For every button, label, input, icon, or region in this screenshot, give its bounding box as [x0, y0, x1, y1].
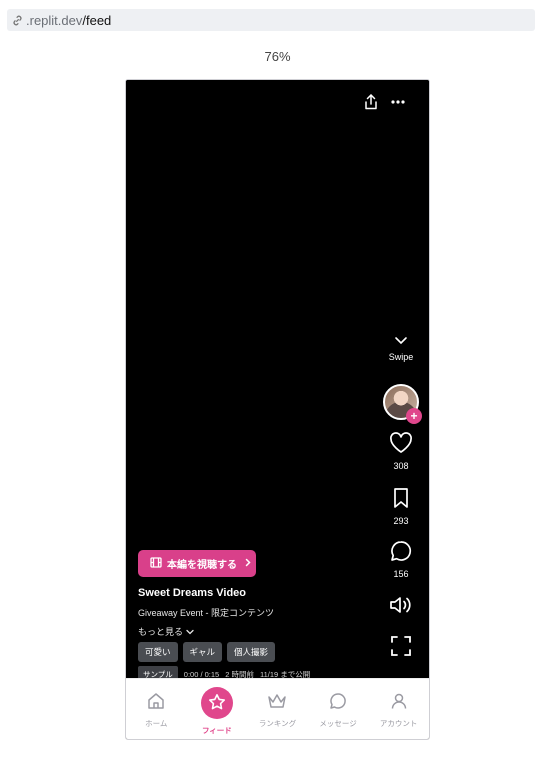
- follow-plus-button[interactable]: +: [406, 408, 422, 424]
- swipe-hint[interactable]: Swipe: [381, 332, 421, 362]
- show-more-label: もっと見る: [138, 627, 184, 637]
- link-icon: [11, 14, 24, 27]
- more-options-icon[interactable]: [391, 100, 405, 104]
- mute-button[interactable]: [381, 595, 421, 620]
- tag-list: 可愛い ギャル 個人撮影: [138, 642, 276, 662]
- tag-item[interactable]: 可愛い: [138, 642, 178, 662]
- url-path: /feed: [82, 12, 112, 28]
- share-icon[interactable]: [364, 94, 378, 110]
- user-icon: [390, 692, 408, 712]
- fullscreen-button[interactable]: [381, 635, 421, 662]
- comment-count: 156: [393, 569, 409, 579]
- tab-ranking[interactable]: ランキング: [247, 679, 308, 739]
- phone-frame: Swipe + 308 293 156 本編を視聴する Sweet Dreams…: [125, 79, 430, 740]
- tab-message-label: メッセージ: [319, 719, 357, 728]
- address-bar[interactable]: .replit.dev/feed: [7, 9, 535, 31]
- chevron-down-small-icon: [185, 627, 194, 637]
- show-more-link[interactable]: もっと見る: [138, 625, 194, 638]
- volume-icon: [389, 595, 413, 620]
- video-player[interactable]: Swipe + 308 293 156 本編を視聴する Sweet Dreams…: [126, 80, 429, 683]
- message-icon: [329, 692, 347, 712]
- fullscreen-icon: [390, 635, 412, 662]
- tab-account[interactable]: アカウント: [368, 679, 429, 739]
- tab-account-label: アカウント: [379, 719, 418, 728]
- tab-feed-label: フィード: [201, 726, 232, 735]
- tag-item[interactable]: 個人撮影: [227, 642, 276, 662]
- url-host: .replit.dev: [26, 12, 83, 28]
- star-icon: [208, 693, 226, 713]
- watch-button-label: 本編を視聴する: [167, 560, 237, 571]
- bookmark-button[interactable]: 293: [381, 487, 421, 526]
- heart-icon: [389, 432, 413, 459]
- comment-button[interactable]: 156: [381, 540, 421, 579]
- tab-home[interactable]: ホーム: [126, 679, 187, 739]
- like-button[interactable]: 308: [381, 432, 421, 471]
- video-subtitle: Giveaway Event - 限定コンテンツ: [138, 608, 275, 618]
- feed-fab: [200, 687, 233, 719]
- watch-full-video-button[interactable]: 本編を視聴する: [138, 550, 256, 577]
- chevron-down-icon: [394, 332, 408, 350]
- tab-feed[interactable]: フィード: [187, 679, 248, 739]
- tab-ranking-label: ランキング: [258, 719, 297, 728]
- bookmark-count: 293: [393, 516, 409, 526]
- swipe-label: Swipe: [388, 352, 414, 362]
- top-actions: [364, 94, 405, 110]
- bookmark-icon: [393, 487, 409, 514]
- video-title: Sweet Dreams Video: [138, 587, 247, 599]
- tab-message[interactable]: メッセージ: [308, 679, 369, 739]
- bottom-tab-bar: ホーム フィード ランキング メッセージ アカウント: [126, 678, 429, 739]
- comment-icon: [389, 540, 413, 567]
- home-icon: [147, 692, 165, 712]
- crown-icon: [267, 692, 287, 712]
- like-count: 308: [393, 461, 409, 471]
- tag-item[interactable]: ギャル: [182, 642, 223, 662]
- chevron-right-icon: [245, 558, 251, 570]
- zoom-level: 76%: [264, 49, 291, 64]
- tab-home-label: ホーム: [145, 719, 168, 728]
- creator-avatar[interactable]: +: [383, 384, 422, 424]
- film-icon: [150, 556, 162, 571]
